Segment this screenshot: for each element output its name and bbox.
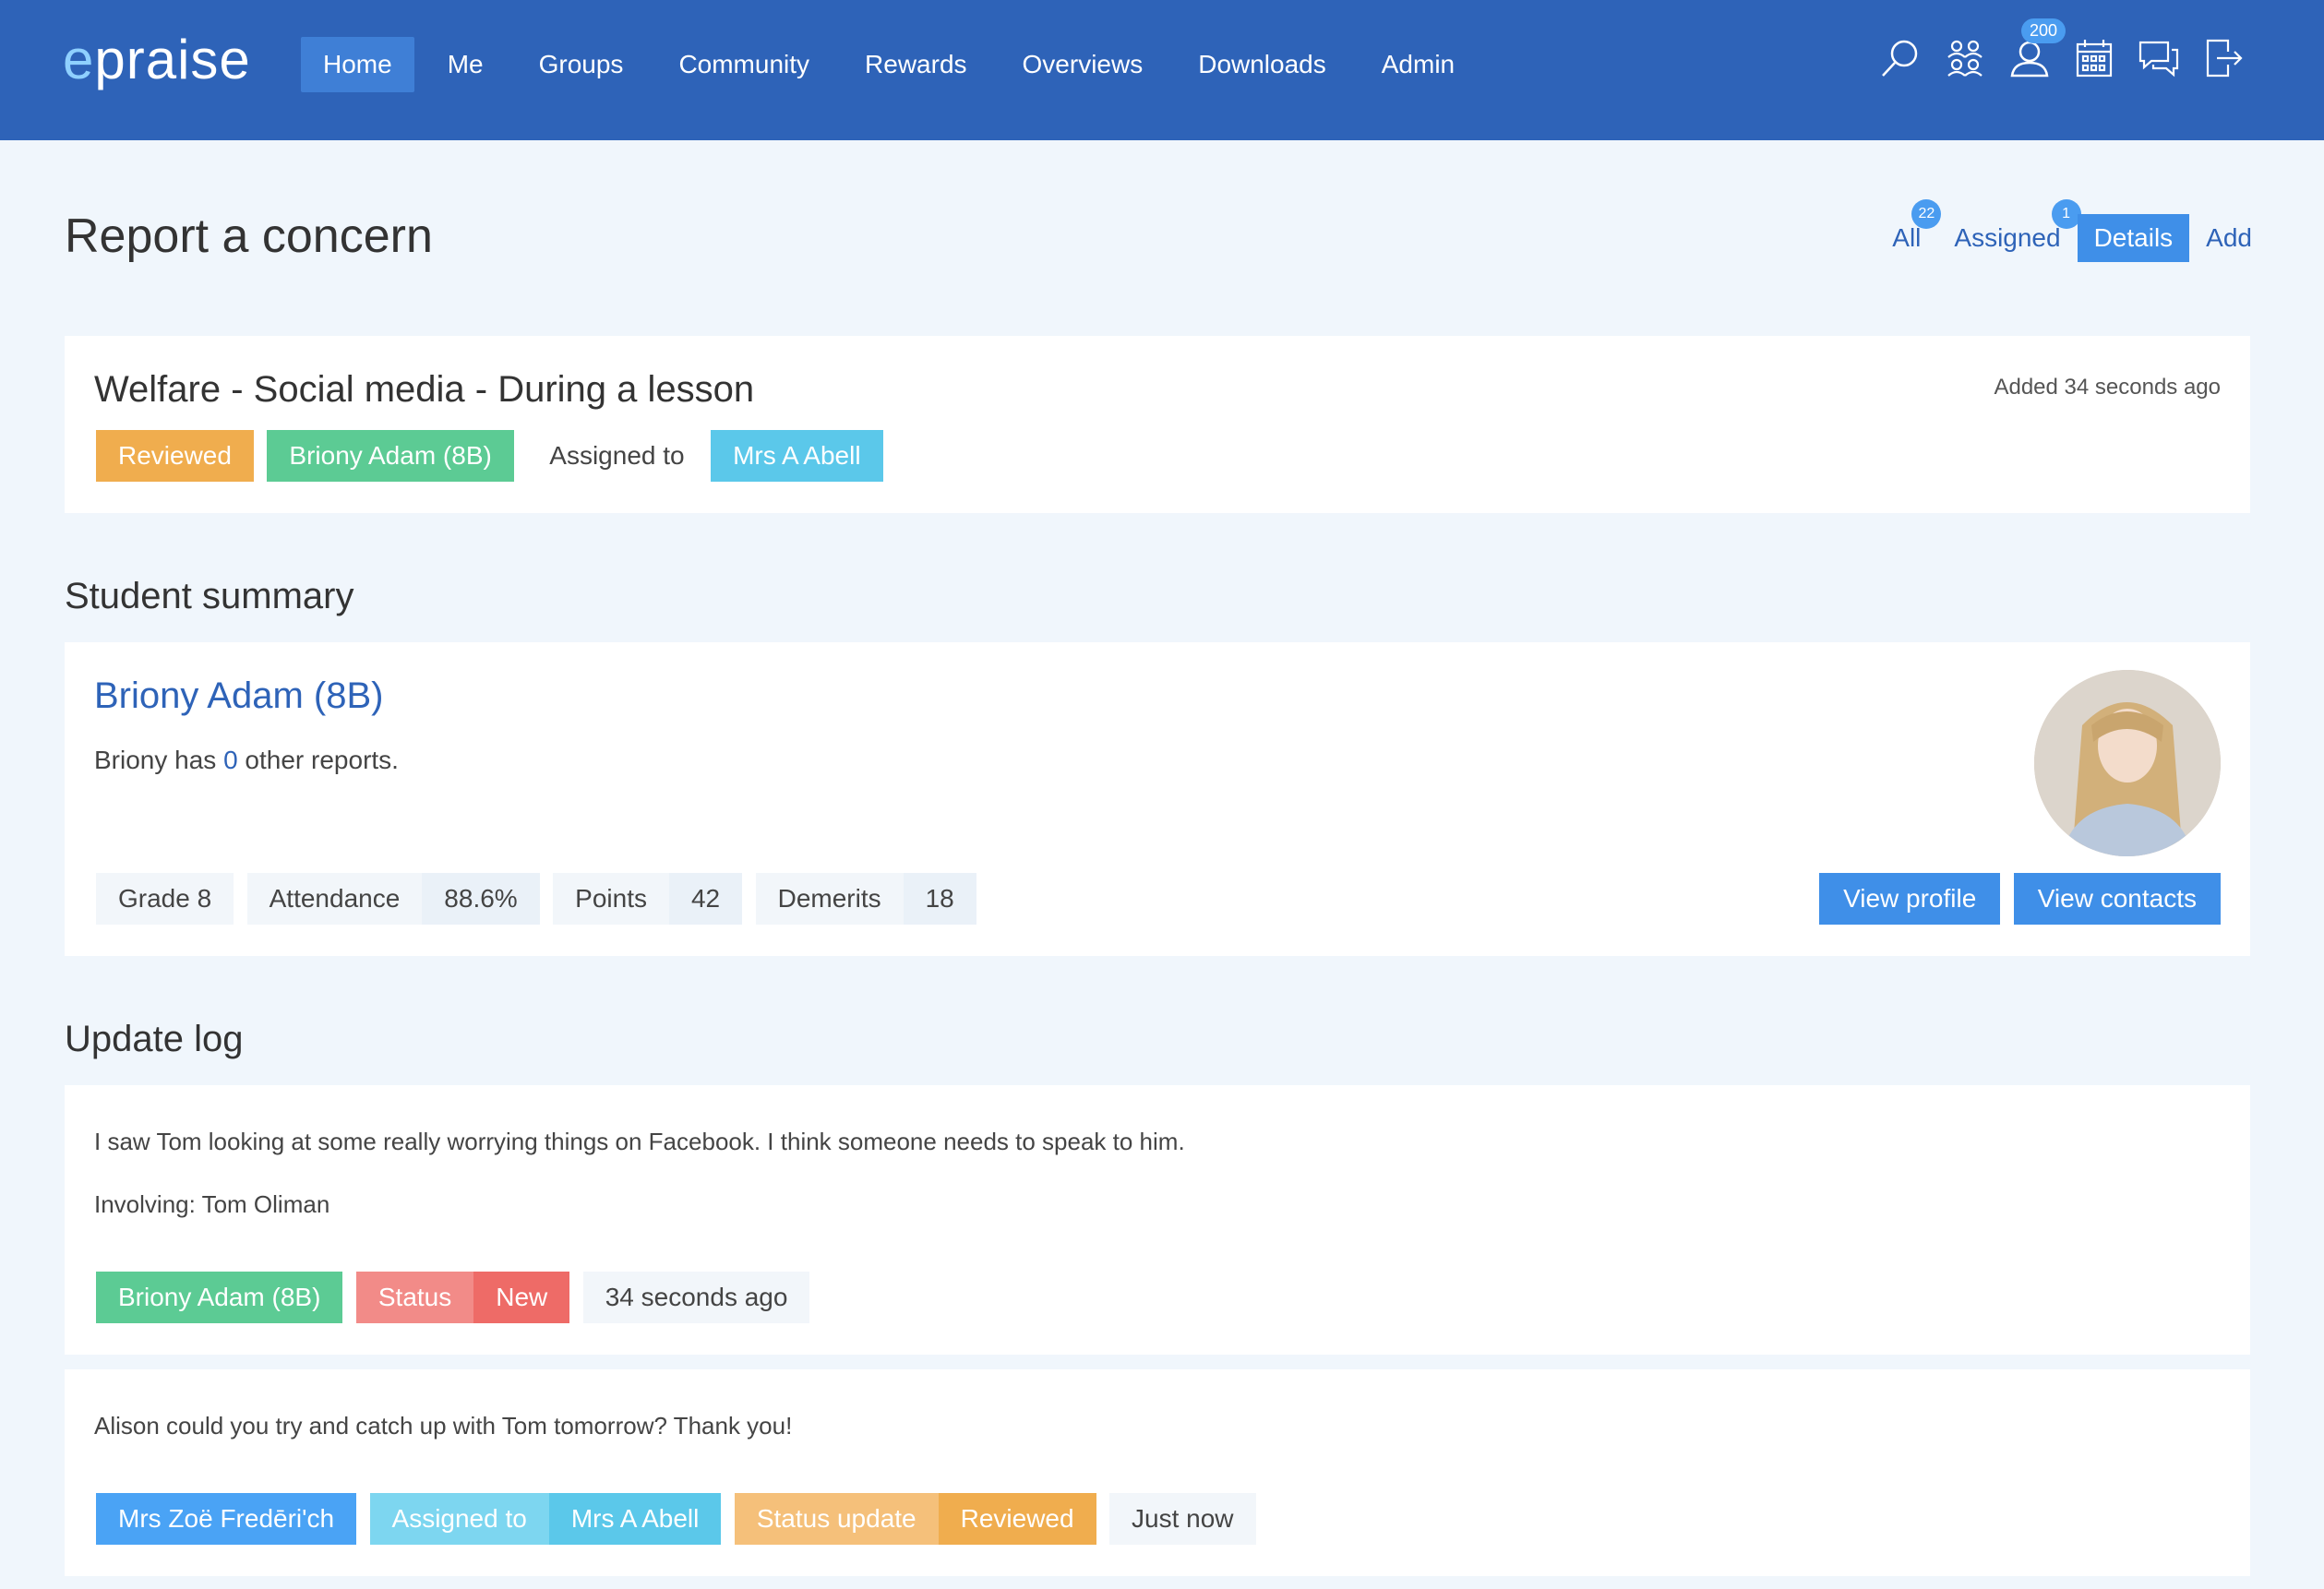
nav-groups[interactable]: Groups (517, 37, 646, 92)
log-status-tag: Status New (355, 1272, 570, 1323)
assignee-tag[interactable]: Mrs A Abell (711, 430, 883, 482)
log-time-tag: 34 seconds ago (582, 1272, 810, 1323)
status-badge: Reviewed (96, 430, 254, 482)
search-icon[interactable] (1879, 37, 1922, 79)
student-reports-text: Briony has 0 other reports. (94, 746, 399, 774)
top-navbar: epraise Home Me Groups Community Rewards… (0, 0, 2324, 140)
log-author-tag[interactable]: Mrs Zoë Fredēri'ch (96, 1493, 357, 1545)
log-message: Alison could you try and catch up with T… (94, 1412, 793, 1440)
log-tags: Mrs Zoë Fredēri'ch Assigned to Mrs A Abel… (96, 1493, 1265, 1545)
subnav-details[interactable]: Details (2077, 214, 2190, 262)
log-assigned-tag: Assigned to Mrs A Abell (369, 1493, 722, 1545)
update-log-title: Update log (65, 1019, 244, 1059)
concern-card: Welfare - Social media - During a lesson… (65, 336, 2250, 513)
notifications-badge: 200 (2021, 18, 2066, 43)
avatar (2034, 670, 2221, 856)
concern-tags: Reviewed Briony Adam (8B) Assigned to Mr… (96, 430, 892, 482)
nav-home[interactable]: Home (301, 37, 414, 92)
groups-icon[interactable] (1944, 37, 1986, 79)
subnav-assigned[interactable]: Assigned 1 (1937, 199, 2081, 262)
student-name-link[interactable]: Briony Adam (94, 675, 304, 716)
nav-rewards[interactable]: Rewards (843, 37, 988, 92)
calendar-icon[interactable] (2073, 37, 2115, 79)
log-tags: Briony Adam (8B) Status New 34 seconds ag… (96, 1272, 819, 1323)
student-stats: Grade 8 Attendance 88.6% Points 42 Demerit… (96, 873, 986, 925)
student-summary-card: Briony Adam (8B) Briony has 0 other repo… (65, 642, 2250, 956)
subnav: All 22 Assigned 1 Details Add (1875, 199, 2269, 262)
log-entry: I saw Tom looking at some really worryin… (65, 1085, 2250, 1355)
nav-community[interactable]: Community (656, 37, 832, 92)
student-tag[interactable]: Briony Adam (8B) (267, 430, 514, 482)
student-name-heading: Briony Adam (8B) (94, 675, 383, 717)
log-status-update-tag: Status update Reviewed (734, 1493, 1096, 1545)
nav-me[interactable]: Me (425, 37, 506, 92)
view-profile-button[interactable]: View profile (1819, 873, 2001, 925)
header-icons: 200 (1879, 18, 2245, 79)
log-involving: Involving: Tom Oliman (94, 1190, 330, 1218)
student-form: (8B) (313, 675, 384, 716)
nav-downloads[interactable]: Downloads (1176, 37, 1348, 92)
log-entry: Alison could you try and catch up with T… (65, 1369, 2250, 1576)
assigned-to-label: Assigned to (549, 441, 685, 470)
log-message: I saw Tom looking at some really worryin… (94, 1128, 1185, 1155)
chat-icon[interactable] (2138, 37, 2180, 79)
page-title: Report a concern (65, 209, 433, 263)
log-author-tag[interactable]: Briony Adam (8B) (96, 1272, 343, 1323)
log-time-tag: Just now (1109, 1493, 1256, 1545)
grade-tag: Grade 8 (96, 873, 234, 925)
main-nav: Home Me Groups Community Rewards Overvie… (301, 37, 1488, 92)
nav-overviews[interactable]: Overviews (1000, 37, 1166, 92)
user-icon[interactable]: 200 (2008, 18, 2066, 79)
student-summary-title: Student summary (65, 576, 354, 616)
demerits-tag: Demerits 18 (755, 873, 976, 925)
logout-icon[interactable] (2202, 37, 2245, 79)
reports-count-link[interactable]: 0 (223, 746, 238, 774)
nav-admin[interactable]: Admin (1360, 37, 1477, 92)
concern-title: Welfare - Social media - During a lesson (94, 369, 755, 410)
attendance-tag: Attendance 88.6% (246, 873, 540, 925)
logo[interactable]: epraise (63, 28, 251, 91)
student-actions: View profile View contacts (1810, 873, 2221, 925)
subnav-add[interactable]: Add (2189, 214, 2269, 262)
concern-added-time: Added 34 seconds ago (1994, 375, 2221, 400)
points-tag: Points 42 (553, 873, 743, 925)
subnav-all[interactable]: All 22 (1875, 199, 1942, 262)
view-contacts-button[interactable]: View contacts (2013, 873, 2221, 925)
